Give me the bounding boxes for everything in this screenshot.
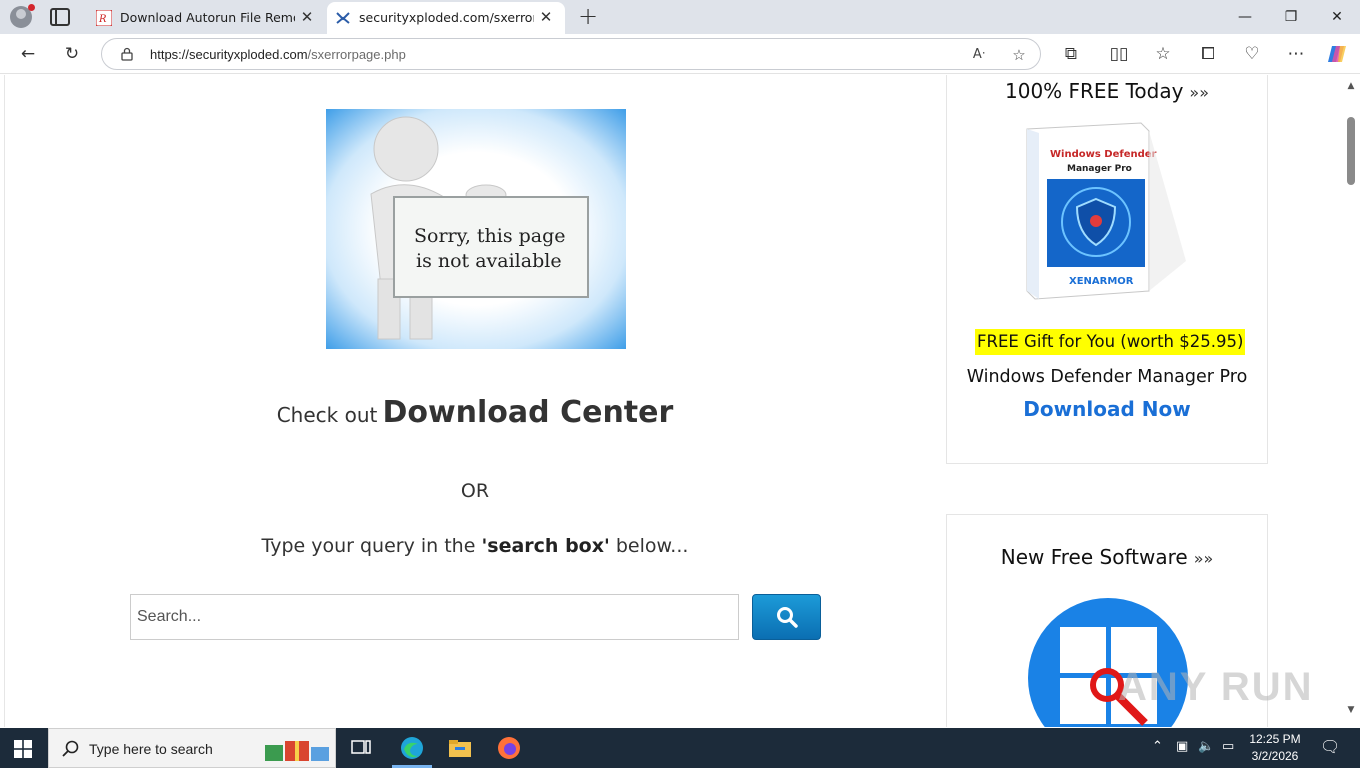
network-icon[interactable]: ▭ bbox=[1222, 739, 1234, 754]
chevrons-icon: »» bbox=[1193, 549, 1214, 568]
download-center-link[interactable]: Download Center bbox=[382, 395, 673, 430]
firefox-icon[interactable] bbox=[495, 734, 523, 762]
more-menu-icon[interactable]: ⋯ bbox=[1284, 42, 1308, 66]
free-gift-highlight: FREE Gift for You (worth $25.95) bbox=[975, 329, 1246, 355]
scroll-down-icon[interactable]: ▼ bbox=[1346, 705, 1356, 715]
download-now-link[interactable]: Download Now bbox=[946, 397, 1268, 421]
page-scrollbar[interactable]: ▲ ▼ bbox=[1343, 75, 1360, 727]
copilot-icon[interactable] bbox=[1326, 42, 1350, 66]
taskbar-clock[interactable]: 12:25 PM 3/2/2026 bbox=[1240, 731, 1310, 765]
windows-defender-box-image[interactable]: Windows Defender Manager Pro XENARMOR bbox=[1021, 121, 1191, 301]
scroll-up-icon[interactable]: ▲ bbox=[1346, 81, 1356, 91]
page-not-available-image: Sorry, this page is not available bbox=[326, 109, 626, 349]
taskbar-search-box[interactable]: Type here to search bbox=[48, 728, 336, 768]
clock-time: 12:25 PM bbox=[1249, 732, 1301, 746]
windows-taskbar: Type here to search ⌃ ▣ 🔈 ▭ 12:25 PM 3/2… bbox=[0, 728, 1360, 768]
gifts-highlight-icon bbox=[265, 741, 329, 761]
page-viewport: Sorry, this page is not available Check … bbox=[0, 75, 1343, 727]
sign-line-1: Sorry, this page bbox=[414, 225, 566, 247]
anyrun-watermark: ANY RUN bbox=[1118, 665, 1314, 709]
type-query-suffix: below... bbox=[615, 535, 689, 557]
tab-securityxploded[interactable]: securityxploded.com/sxerrorpage ✕ bbox=[327, 2, 565, 34]
figure-with-sign-illustration: Sorry, this page is not available bbox=[370, 116, 589, 340]
box-brand: XENARMOR bbox=[1069, 276, 1134, 287]
search-input[interactable] bbox=[130, 594, 739, 640]
or-separator: OR bbox=[460, 480, 490, 502]
type-query-prefix: Type your query in the bbox=[261, 535, 476, 557]
free-today-label: 100% FREE Today bbox=[1005, 79, 1184, 103]
url-host: https://securityxploded.com bbox=[150, 47, 308, 62]
svg-text:R: R bbox=[98, 14, 107, 25]
lock-icon[interactable] bbox=[120, 47, 134, 61]
meet-now-icon[interactable]: ▣ bbox=[1176, 739, 1188, 754]
refresh-icon[interactable]: ↻ bbox=[60, 42, 84, 66]
collections-icon[interactable]: ⧠ bbox=[1196, 42, 1220, 66]
securityxploded-favicon-icon bbox=[336, 12, 350, 24]
check-out-download-center: Check out Download Center bbox=[0, 395, 950, 430]
read-aloud-icon[interactable]: Aᐧ bbox=[968, 44, 990, 66]
search-icon bbox=[777, 607, 798, 628]
browser-essentials-icon[interactable]: ♡ bbox=[1240, 42, 1264, 66]
taskbar-search-placeholder: Type here to search bbox=[89, 741, 213, 757]
url-path: /sxerrorpage.php bbox=[307, 47, 406, 62]
chevrons-icon: »» bbox=[1189, 83, 1209, 102]
free-today-title[interactable]: 100% FREE Today »» bbox=[947, 79, 1267, 103]
tab-title: Download Autorun File Remover bbox=[120, 10, 295, 25]
favorite-star-icon[interactable]: ☆ bbox=[1008, 44, 1030, 66]
new-free-software-label: New Free Software bbox=[1000, 545, 1188, 569]
sign-line-2: is not available bbox=[416, 250, 562, 272]
file-explorer-icon[interactable] bbox=[446, 734, 474, 762]
profile-avatar-icon[interactable] bbox=[10, 4, 35, 28]
url-text[interactable]: https://securityxploded.com/sxerrorpage.… bbox=[150, 47, 406, 62]
notification-dot bbox=[28, 4, 35, 11]
minimize-icon[interactable]: — bbox=[1233, 6, 1257, 28]
edge-browser-icon[interactable] bbox=[398, 734, 426, 762]
browser-toolbar: ← ↻ https://securityxploded.com/sxerrorp… bbox=[0, 34, 1360, 74]
favorites-icon[interactable]: ☆ bbox=[1151, 42, 1175, 66]
close-tab-icon[interactable]: ✕ bbox=[537, 8, 555, 26]
tab-autorun-remover[interactable]: R Download Autorun File Remover ✕ bbox=[88, 2, 326, 34]
product-name: Windows Defender Manager Pro bbox=[966, 367, 1248, 387]
scrollbar-thumb[interactable] bbox=[1347, 117, 1355, 185]
notifications-icon[interactable]: 🗨 bbox=[1320, 737, 1340, 756]
back-icon[interactable]: ← bbox=[16, 42, 40, 66]
tab-strip: R Download Autorun File Remover ✕ securi… bbox=[0, 0, 1360, 34]
check-out-prefix: Check out bbox=[276, 403, 378, 427]
box-title: Windows Defender bbox=[1050, 149, 1157, 160]
close-tab-icon[interactable]: ✕ bbox=[298, 8, 316, 26]
type-query-instruction: Type your query in the 'search box' belo… bbox=[0, 535, 950, 557]
extensions-icon[interactable]: ⧉ bbox=[1059, 42, 1083, 66]
site-favicon-icon: R bbox=[96, 10, 112, 26]
restore-icon[interactable]: ❐ bbox=[1279, 6, 1303, 28]
new-tab-icon[interactable]: + bbox=[576, 4, 600, 29]
type-query-bold: 'search box' bbox=[481, 535, 610, 557]
clock-date: 3/2/2026 bbox=[1251, 749, 1299, 763]
search-button[interactable] bbox=[752, 594, 821, 640]
volume-icon[interactable]: 🔈 bbox=[1198, 739, 1214, 754]
windows-start-icon[interactable] bbox=[14, 740, 32, 758]
show-hidden-icons-icon[interactable]: ⌃ bbox=[1152, 739, 1163, 754]
box-subtitle: Manager Pro bbox=[1067, 164, 1132, 174]
new-free-software-title[interactable]: New Free Software »» bbox=[947, 545, 1267, 569]
task-view-icon[interactable] bbox=[347, 734, 375, 762]
taskbar-search-icon bbox=[62, 740, 79, 757]
address-bar[interactable]: https://securityxploded.com/sxerrorpage.… bbox=[101, 38, 1041, 70]
split-screen-icon[interactable]: ▯▯ bbox=[1107, 42, 1131, 66]
tab-title: securityxploded.com/sxerrorpage bbox=[359, 10, 534, 25]
close-window-icon[interactable]: ✕ bbox=[1325, 6, 1349, 28]
tab-actions-icon[interactable] bbox=[50, 8, 70, 26]
